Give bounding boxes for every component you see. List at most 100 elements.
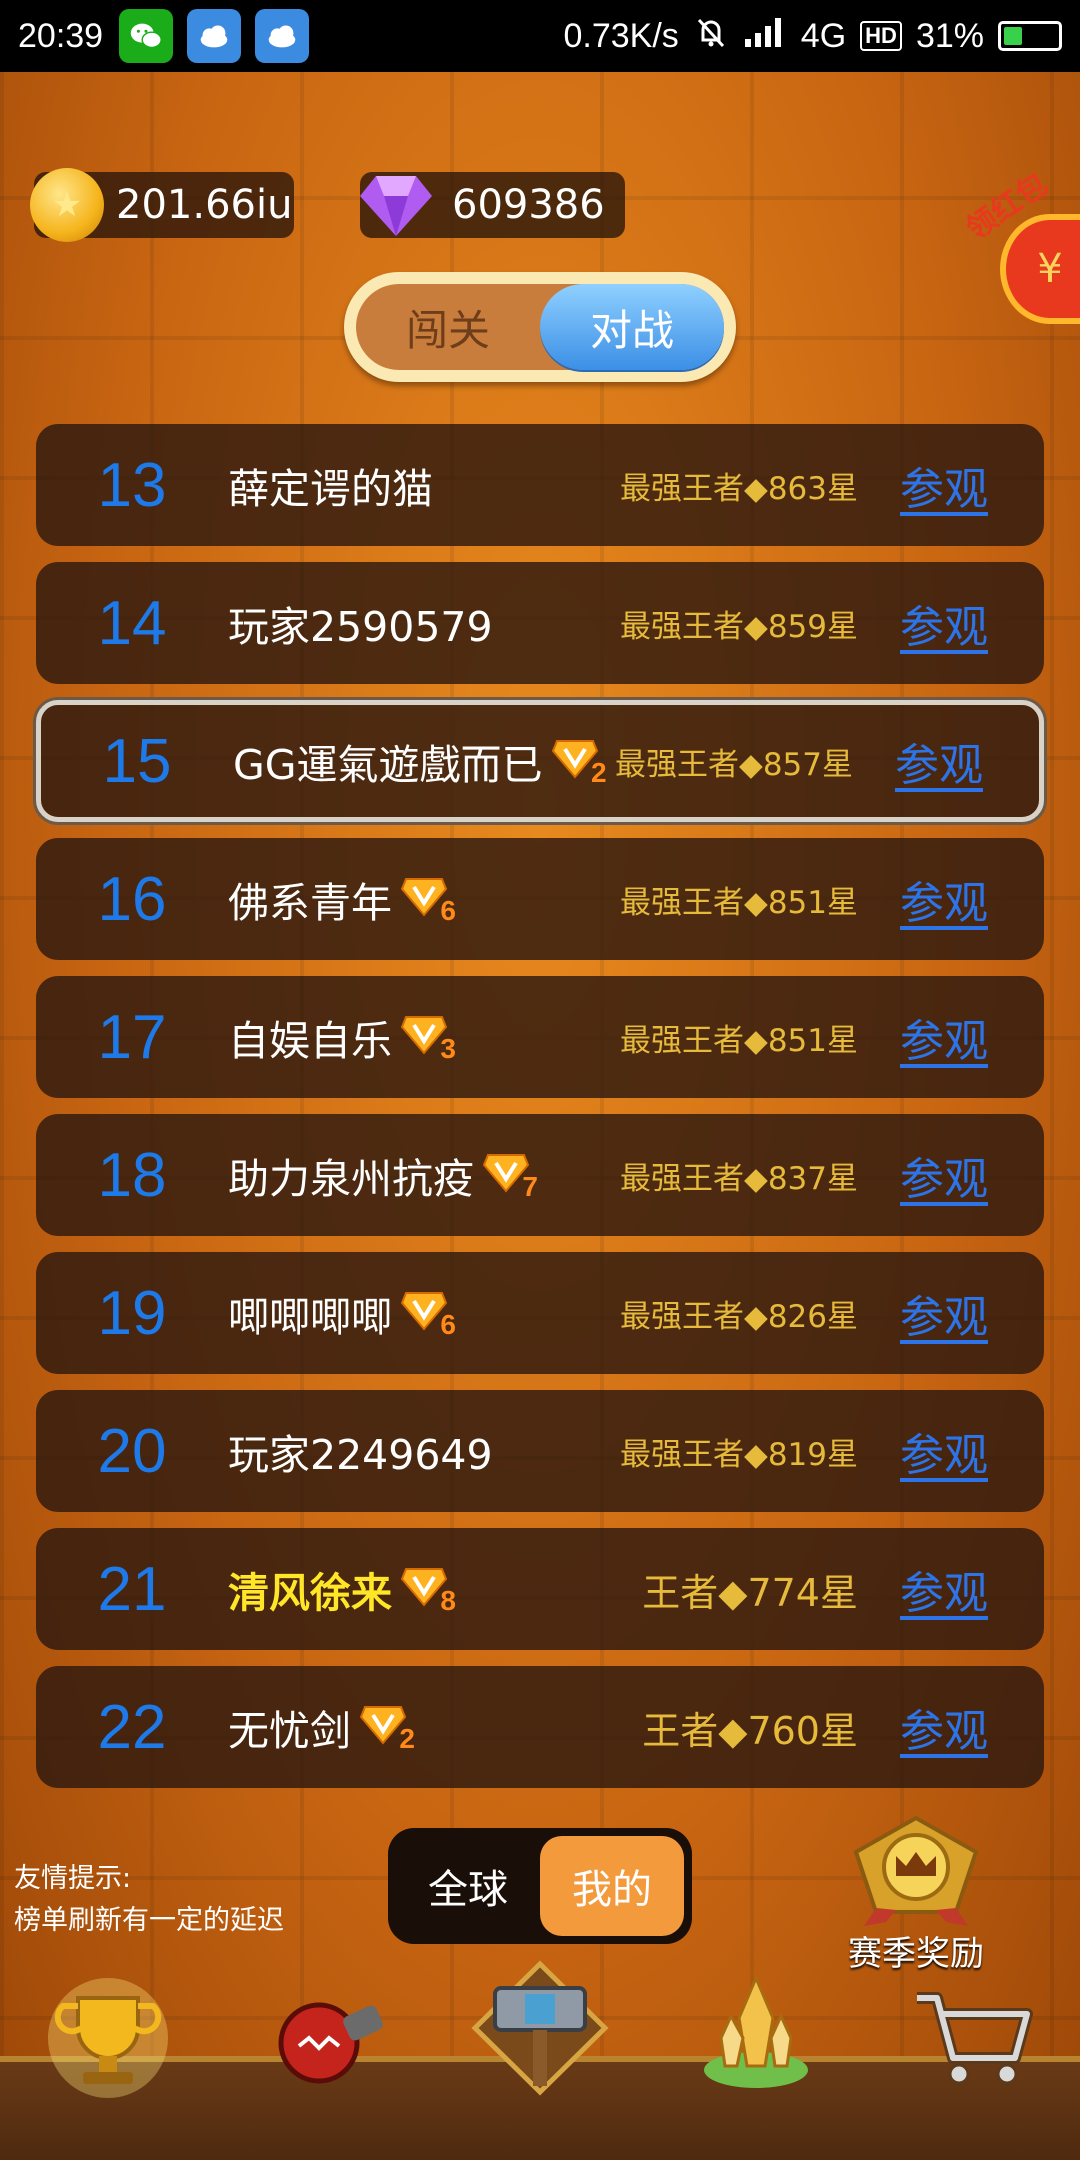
watch-link[interactable]: 参观 <box>900 1143 988 1207</box>
ranking-row: 21 清风徐来 8 王者◆774星 参观 <box>36 1528 1044 1650</box>
mute-icon <box>693 14 729 59</box>
scope-toggle: 全球 我的 <box>388 1828 692 1944</box>
upgrade-icon <box>278 2002 383 2084</box>
battery-icon <box>998 21 1062 51</box>
watch-link[interactable]: 参观 <box>900 1695 988 1759</box>
ranking-row: 22 无忧剑 2 王者◆760星 参观 <box>36 1666 1044 1788</box>
player-name-text: 玩家2249649 <box>228 1431 493 1479</box>
weather-icon <box>187 9 242 63</box>
watch-link[interactable]: 参观 <box>900 1281 988 1345</box>
refresh-tip: 友情提示: 榜单刷新有一定的延迟 <box>14 1858 284 1942</box>
season-reward-button[interactable]: 赛季奖励 <box>836 1812 996 1975</box>
player-name-text: 无忧剑 <box>228 1707 351 1755</box>
vip-level: 3 <box>440 1033 456 1064</box>
player-name-text: 玩家2590579 <box>228 603 493 651</box>
crystal-icon <box>704 1974 808 2088</box>
gem-icon <box>360 176 432 236</box>
crown-medal-icon <box>853 1815 979 1926</box>
player-name-text: 佛系青年 <box>228 879 392 927</box>
ranking-row: 13 薛定谔的猫 最强王者◆863星 参观 <box>36 424 1044 546</box>
vip-level: 2 <box>590 757 607 788</box>
rank-number: 13 <box>97 450 167 520</box>
tab-mine[interactable]: 我的 <box>540 1836 684 1936</box>
player-level: 王者◆760星 <box>642 1708 858 1753</box>
player-level: 最强王者◆857星 <box>614 746 853 783</box>
battery-percent: 31% <box>915 16 984 55</box>
rank-number: 21 <box>97 1554 167 1624</box>
signal-icon <box>743 15 787 58</box>
player-name-text: 自娱自乐 <box>228 1017 392 1065</box>
rank-number: 18 <box>97 1140 167 1210</box>
ranking-screen: ★ 201.66iu 609386 领红包 ¥ 闯关 对战 13 薛定谔的猫 最强王… <box>0 72 1080 2160</box>
rank-number: 17 <box>97 1002 167 1072</box>
bottom-nav: 排行 强化 战场 历练 <box>0 1960 1080 2160</box>
player-name-text: 助力泉州抗疫 <box>228 1155 474 1203</box>
player-name: 薛定谔的猫 <box>228 455 628 515</box>
player-level: 最强王者◆851星 <box>619 1022 858 1059</box>
vip-badge-icon: 6 <box>400 1289 456 1340</box>
weather-icon <box>255 9 310 63</box>
nav-upgrade[interactable]: 强化 <box>216 2002 432 2160</box>
player-name: 助力泉州抗疫 7 <box>228 1145 628 1205</box>
tab-challenge[interactable]: 闯关 <box>356 284 540 370</box>
tip-text: 榜单刷新有一定的延迟 <box>14 1905 284 1936</box>
player-level: 最强王者◆819星 <box>619 1436 858 1473</box>
watch-link[interactable]: 参观 <box>900 1557 988 1621</box>
rank-number: 20 <box>97 1416 167 1486</box>
nav-training[interactable]: 历练 <box>648 1974 864 2160</box>
nav-shop[interactable]: 商店 <box>864 1992 1080 2160</box>
status-time: 20:39 <box>18 16 104 55</box>
hd-badge: HD <box>860 21 902 51</box>
tip-title: 友情提示: <box>14 1863 132 1894</box>
ranking-row: 17 自娱自乐 3 最强王者◆851星 参观 <box>36 976 1044 1098</box>
vip-level: 6 <box>440 1309 456 1340</box>
rank-number: 22 <box>97 1692 167 1762</box>
player-name: 佛系青年 6 <box>228 869 628 929</box>
player-level: 王者◆774星 <box>642 1570 858 1615</box>
rank-number: 14 <box>97 588 167 658</box>
player-level: 最强王者◆837星 <box>619 1160 858 1197</box>
vip-badge-icon: 8 <box>400 1565 456 1616</box>
player-name: 清风徐来 8 <box>228 1559 628 1619</box>
vip-level: 8 <box>440 1585 456 1616</box>
ranking-list: 13 薛定谔的猫 最强王者◆863星 参观 14 玩家2590579 最强王者◆859星 参观… <box>36 424 1044 1804</box>
player-name-text: 唧唧唧唧 <box>228 1293 392 1341</box>
red-packet-button[interactable]: 领红包 ¥ <box>960 162 1080 324</box>
player-name-text: 清风徐来 <box>228 1569 392 1617</box>
trophy-icon <box>48 1978 168 2098</box>
watch-link[interactable]: 参观 <box>900 453 988 517</box>
player-level: 最强王者◆863星 <box>619 470 858 507</box>
player-name: 玩家2590579 <box>228 593 628 653</box>
player-name: 无忧剑 2 <box>228 1697 628 1757</box>
rank-number: 15 <box>102 726 172 796</box>
player-name: 自娱自乐 3 <box>228 1007 628 1067</box>
coin-icon: ★ <box>30 168 104 242</box>
nav-ranking[interactable]: 排行 <box>0 1978 216 2160</box>
network-type: 4G <box>800 16 847 55</box>
watch-link[interactable]: 参观 <box>900 591 988 655</box>
nav-battlefield-label: 战场 <box>494 2150 586 2160</box>
watch-link[interactable]: 参观 <box>900 1419 988 1483</box>
rank-number: 19 <box>97 1278 167 1348</box>
tab-global[interactable]: 全球 <box>396 1836 540 1936</box>
ranking-row: 19 唧唧唧唧 6 最强王者◆826星 参观 <box>36 1252 1044 1374</box>
watch-link[interactable]: 参观 <box>900 867 988 931</box>
wechat-icon <box>119 9 174 63</box>
tab-battle[interactable]: 对战 <box>540 284 724 370</box>
player-name: 玩家2249649 <box>228 1421 628 1481</box>
nav-battlefield[interactable]: 战场 <box>432 1960 648 2160</box>
player-level: 最强王者◆851星 <box>619 884 858 921</box>
ranking-row: 18 助力泉州抗疫 7 最强王者◆837星 参观 <box>36 1114 1044 1236</box>
vip-level: 7 <box>522 1171 538 1202</box>
watch-link[interactable]: 参观 <box>895 729 983 793</box>
mode-toggle: 闯关 对战 <box>344 272 736 382</box>
vip-level: 6 <box>440 895 456 926</box>
player-name-text: GG運氣遊戲而已 <box>233 741 543 789</box>
cart-icon <box>917 1992 1033 2085</box>
gem-balance: 609386 <box>360 172 625 238</box>
player-level: 最强王者◆826星 <box>619 1298 858 1335</box>
gem-amount: 609386 <box>452 182 605 228</box>
watch-link[interactable]: 参观 <box>900 1005 988 1069</box>
rank-number: 16 <box>97 864 167 934</box>
ranking-row: 16 佛系青年 6 最强王者◆851星 参观 <box>36 838 1044 960</box>
